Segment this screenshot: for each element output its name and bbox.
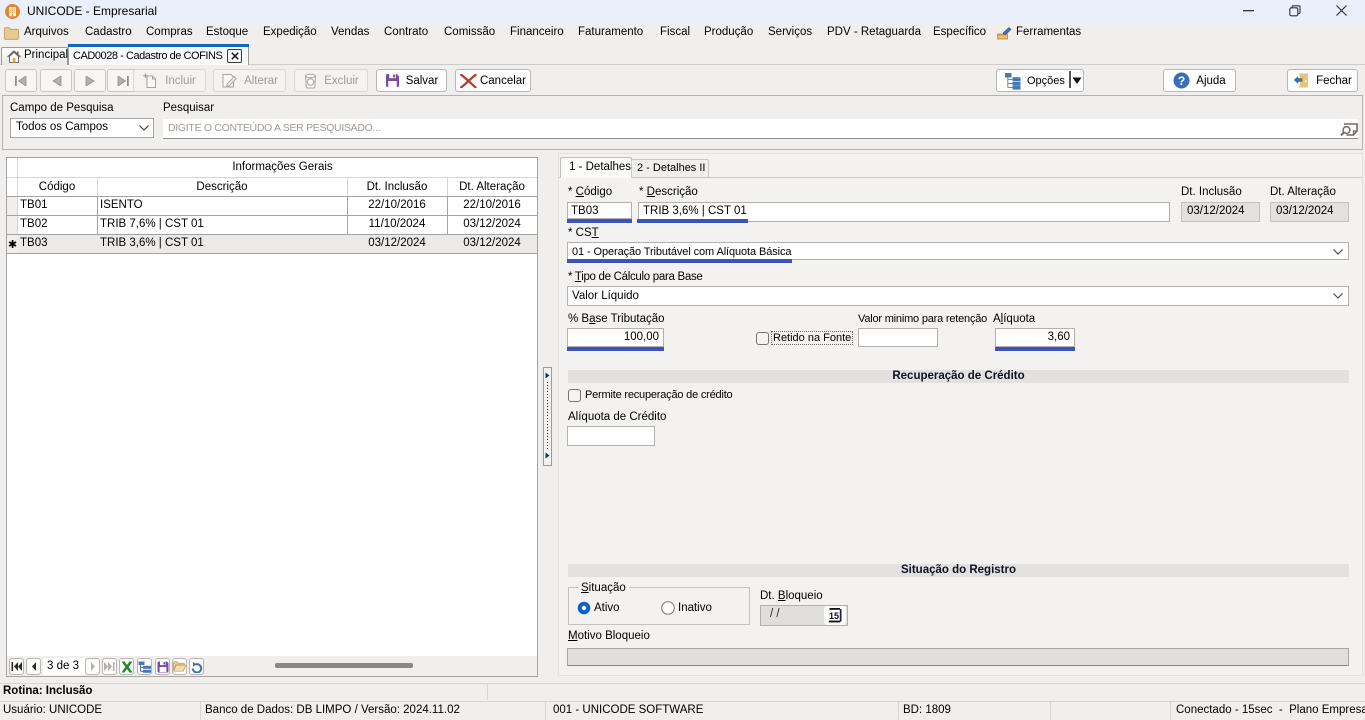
svg-text:15: 15: [829, 611, 839, 621]
svg-text:?: ?: [1178, 74, 1185, 88]
